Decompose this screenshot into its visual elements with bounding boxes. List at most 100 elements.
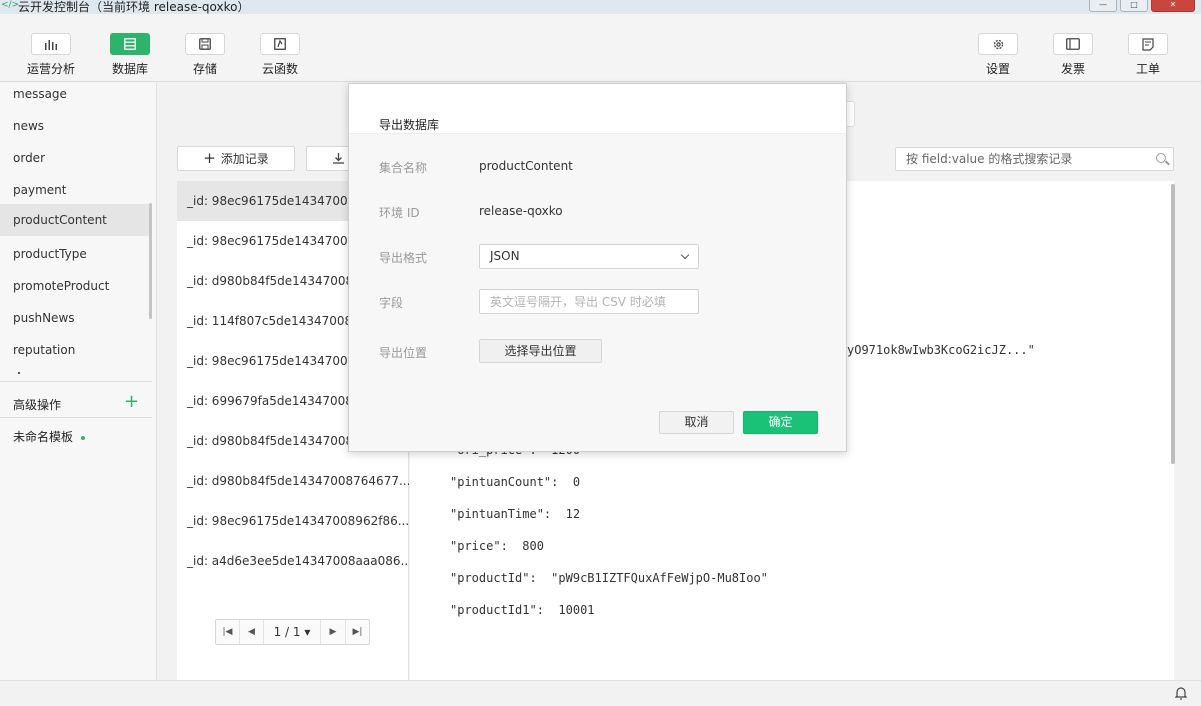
cloud-function-icon bbox=[260, 33, 300, 55]
collection-name-label: 集合名称 bbox=[379, 161, 428, 175]
field-value: 10001 bbox=[558, 603, 595, 617]
unsaved-dot-icon bbox=[81, 435, 86, 440]
sidebar-item-pushnews[interactable]: pushNews bbox=[0, 309, 150, 341]
field-value: 0 bbox=[572, 475, 581, 489]
toolbar-database[interactable]: 数据库 bbox=[100, 33, 160, 77]
sidebar-item-reputation[interactable]: reputation bbox=[0, 341, 150, 373]
record-search-input[interactable]: 按 field:value 的格式搜索记录 bbox=[895, 147, 1174, 171]
sidebar-item-producttype[interactable]: productType bbox=[0, 245, 150, 277]
gear-icon bbox=[978, 33, 1018, 55]
confirm-button[interactable]: 确定 bbox=[743, 411, 818, 434]
toolbar-invoice[interactable]: 发票 bbox=[1043, 33, 1103, 77]
bell-icon[interactable] bbox=[1175, 686, 1187, 700]
collection-sidebar: message news order payment productConten… bbox=[0, 83, 157, 680]
export-format-select[interactable]: JSON bbox=[479, 244, 699, 269]
toolbar-settings[interactable]: 设置 bbox=[968, 33, 1028, 77]
next-page-button[interactable]: ▶ bbox=[321, 620, 345, 644]
database-icon bbox=[110, 33, 150, 55]
cancel-button[interactable]: 取消 bbox=[659, 411, 734, 434]
field-value: 12 bbox=[565, 507, 581, 521]
detail-field-row[interactable]: "price": 800 bbox=[450, 539, 544, 553]
advanced-operations-label: 高级操作 bbox=[13, 398, 62, 412]
toolbar-label: 存储 bbox=[192, 62, 217, 76]
toolbar-label: 发票 bbox=[1060, 62, 1085, 76]
export-location-label: 导出位置 bbox=[379, 346, 428, 360]
sidebar-divider bbox=[0, 417, 152, 418]
collection-name-value: productContent bbox=[479, 159, 573, 173]
chevron-down-icon bbox=[680, 250, 690, 260]
sidebar-item-news[interactable]: news bbox=[0, 117, 150, 149]
toolbar-cloud-function[interactable]: 云函数 bbox=[250, 33, 310, 77]
toolbar-label: 数据库 bbox=[111, 62, 148, 76]
list-item[interactable]: _id: 98ec96175de14347008962f86... bbox=[177, 501, 409, 541]
fields-input[interactable] bbox=[479, 289, 699, 314]
export-database-dialog: 导出数据库 集合名称 productContent 环境 ID release-… bbox=[348, 83, 847, 452]
dialog-title: 导出数据库 bbox=[379, 118, 440, 132]
sidebar-item-productcontent[interactable]: productContent bbox=[0, 204, 150, 236]
list-item[interactable]: _id: d980b84f5de14347008764677... bbox=[177, 461, 409, 501]
prev-page-button[interactable]: ◀ bbox=[240, 620, 264, 644]
add-record-button[interactable]: + 添加记录 bbox=[177, 146, 295, 171]
field-key: "productId1" bbox=[450, 603, 537, 617]
export-format-value: JSON bbox=[490, 249, 520, 263]
field-key: "price" bbox=[450, 539, 501, 553]
ticket-icon bbox=[1128, 33, 1168, 55]
template-label: 未命名模板 bbox=[13, 430, 74, 444]
choose-location-button[interactable]: 选择导出位置 bbox=[479, 339, 602, 363]
template-item[interactable]: 未命名模板 bbox=[13, 428, 86, 445]
search-placeholder: 按 field:value 的格式搜索记录 bbox=[906, 152, 1073, 166]
toolbar-label: 设置 bbox=[985, 62, 1010, 76]
toolbar-label: 云函数 bbox=[261, 62, 298, 76]
top-toolbar: 运营分析 数据库 存储 云函数 设置 发票 工单 bbox=[0, 14, 1201, 82]
plus-icon: + bbox=[203, 149, 216, 167]
toolbar-storage[interactable]: 存储 bbox=[175, 33, 235, 77]
toolbar-analytics[interactable]: 运营分析 bbox=[21, 33, 81, 77]
sidebar-more-indicator bbox=[18, 372, 20, 374]
bar-chart-icon bbox=[31, 33, 71, 55]
sidebar-item-order[interactable]: order bbox=[0, 149, 150, 181]
close-button[interactable]: ✕ bbox=[1151, 0, 1195, 12]
detail-field-row[interactable]: "pintuanCount": 0 bbox=[450, 475, 580, 489]
minimize-button[interactable]: — bbox=[1089, 0, 1117, 12]
first-page-button[interactable]: |◀ bbox=[216, 620, 240, 644]
field-key: "productId" bbox=[450, 571, 530, 585]
add-advanced-operation-button[interactable]: + bbox=[124, 391, 139, 412]
download-icon bbox=[333, 153, 344, 164]
page-select[interactable]: 1 / 1 ▾ bbox=[264, 620, 321, 644]
search-icon[interactable] bbox=[1156, 153, 1166, 163]
sidebar-divider bbox=[0, 381, 152, 382]
detail-field-row[interactable]: "pintuanTime": 12 bbox=[450, 507, 580, 521]
window-controls: — □ ✕ bbox=[1089, 0, 1195, 12]
invoice-icon bbox=[1053, 33, 1093, 55]
window-title: 云开发控制台（当前环境 release-qoxko） bbox=[18, 0, 250, 14]
storage-icon bbox=[185, 33, 225, 55]
sidebar-item-message[interactable]: message bbox=[0, 85, 150, 117]
page-value: 1 / 1 bbox=[273, 625, 301, 639]
field-value-partial: yO971ok8wIwb3KcoG2icJZ..." bbox=[847, 343, 1035, 357]
toolbar-label: 运营分析 bbox=[26, 62, 75, 76]
detail-field-row[interactable]: "productId1": 10001 bbox=[450, 603, 595, 617]
pagination: |◀ ◀ 1 / 1 ▾ ▶ ▶| bbox=[215, 619, 370, 645]
toolbar-ticket[interactable]: 工单 bbox=[1118, 33, 1178, 77]
field-value: 800 bbox=[522, 539, 544, 553]
last-page-button[interactable]: ▶| bbox=[345, 620, 369, 644]
toolbar-label: 工单 bbox=[1135, 62, 1160, 76]
list-item[interactable]: _id: a4d6e3ee5de14347008aaa086... bbox=[177, 541, 409, 581]
fields-label: 字段 bbox=[379, 296, 404, 310]
env-id-label: 环境 ID bbox=[379, 206, 420, 220]
field-key: "pintuanCount" bbox=[450, 475, 552, 489]
tab-strip-edge bbox=[847, 101, 855, 127]
sidebar-item-promoteproduct[interactable]: promoteProduct bbox=[0, 277, 150, 309]
env-id-value: release-qoxko bbox=[479, 204, 563, 218]
maximize-button[interactable]: □ bbox=[1120, 0, 1148, 12]
detail-scrollbar[interactable] bbox=[1171, 184, 1175, 464]
app-icon: </> bbox=[1, 0, 20, 10]
field-value: "pW9cB1IZTFQuxAfFeWjpO-Mu8Ioo" bbox=[551, 571, 768, 585]
field-key: "pintuanTime" bbox=[450, 507, 544, 521]
dialog-header: 导出数据库 bbox=[349, 84, 846, 134]
window-titlebar: </> 云开发控制台（当前环境 release-qoxko） — □ ✕ bbox=[0, 0, 1201, 14]
sidebar-scrollbar[interactable] bbox=[149, 203, 152, 319]
add-record-label: 添加记录 bbox=[220, 152, 269, 166]
detail-field-row[interactable]: "productId": "pW9cB1IZTFQuxAfFeWjpO-Mu8I… bbox=[450, 571, 768, 585]
status-bar bbox=[0, 680, 1201, 706]
